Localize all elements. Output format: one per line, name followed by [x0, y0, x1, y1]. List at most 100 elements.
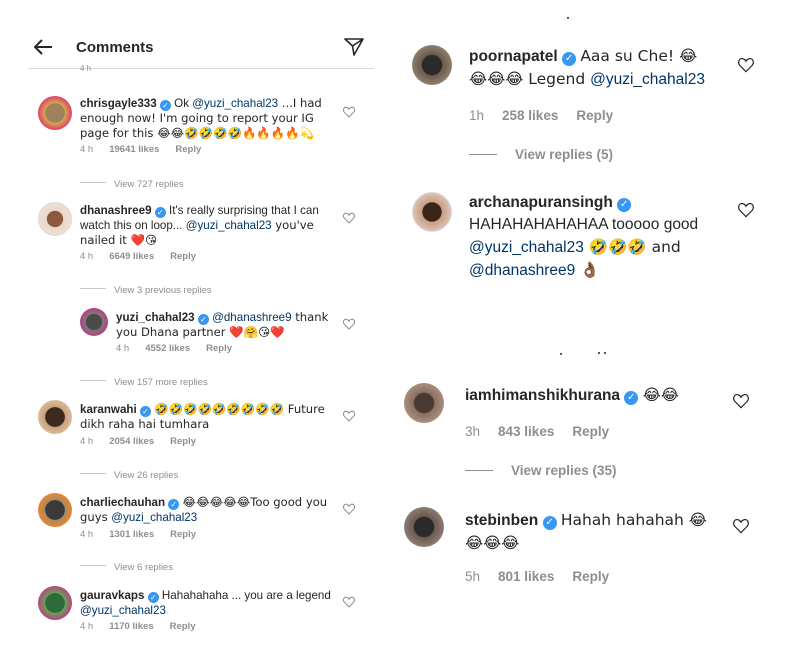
mention-link-2[interactable]: @dhanashree9: [469, 262, 575, 279]
avatar[interactable]: [38, 96, 72, 130]
comment-text: iamhimanshikhurana ✓ 😂😂: [465, 384, 735, 407]
avatar[interactable]: [404, 507, 444, 547]
view-replies[interactable]: View 157 more replies: [80, 372, 208, 390]
mention-link[interactable]: @yuzi_chahal23: [186, 219, 272, 232]
comment-username[interactable]: yuzi_chahal23: [116, 311, 195, 324]
view-replies-label[interactable]: View 26 replies: [114, 470, 178, 481]
reply-button[interactable]: Reply: [170, 251, 196, 262]
comment-time: 4 h: [80, 144, 94, 155]
like-heart-icon[interactable]: [343, 410, 355, 422]
mention-link[interactable]: @dhanashree9: [212, 311, 291, 324]
comment-username[interactable]: charliechauhan: [80, 496, 165, 509]
view-replies-label[interactable]: View replies (5): [515, 147, 613, 162]
comment-body: Aaa su Che! 😂: [580, 47, 698, 65]
comment-username[interactable]: iamhimanshikhurana: [465, 387, 620, 404]
like-count[interactable]: 1301 likes: [109, 529, 154, 540]
verified-badge-icon: ✓: [197, 314, 209, 325]
avatar[interactable]: [412, 192, 452, 232]
comment-body-2: 😂😂😂: [465, 534, 520, 552]
view-replies-label[interactable]: View replies (35): [511, 463, 617, 478]
reply-button[interactable]: Reply: [572, 424, 609, 439]
comment-meta: 4 h 1301 likes Reply: [80, 529, 212, 540]
like-count[interactable]: 258 likes: [502, 108, 558, 123]
comment-meta: 4 h 1170 likes Reply: [80, 621, 211, 632]
like-heart-icon[interactable]: [343, 212, 355, 224]
avatar[interactable]: [404, 383, 444, 423]
reply-button[interactable]: Reply: [572, 569, 609, 584]
reply-button[interactable]: Reply: [576, 108, 613, 123]
scroll-fragment: 4 h: [80, 64, 92, 73]
comment-time: 4 h: [116, 343, 130, 354]
verified-badge-icon: ✓: [617, 198, 632, 212]
view-replies-label[interactable]: View 727 replies: [114, 179, 184, 190]
send-paper-plane-icon[interactable]: [344, 37, 364, 57]
avatar[interactable]: [38, 400, 72, 434]
like-heart-icon[interactable]: [343, 106, 355, 118]
verified-badge-icon: ✓: [624, 391, 639, 405]
like-heart-icon[interactable]: [738, 202, 754, 218]
avatar[interactable]: [80, 308, 108, 336]
reply-button[interactable]: Reply: [175, 144, 201, 155]
verified-badge-icon: ✓: [542, 516, 557, 530]
divider-dot: [598, 352, 600, 354]
view-replies[interactable]: View 727 replies: [80, 174, 184, 192]
like-count[interactable]: 1170 likes: [109, 621, 153, 632]
verified-badge-icon: ✓: [159, 100, 171, 111]
like-heart-icon[interactable]: [343, 503, 355, 515]
comment-username[interactable]: stebinben: [465, 512, 538, 529]
view-replies-label[interactable]: View 6 replies: [114, 562, 173, 573]
comment-time: 4 h: [80, 621, 94, 632]
like-heart-icon[interactable]: [343, 596, 355, 608]
reply-button[interactable]: Reply: [170, 621, 196, 632]
like-count[interactable]: 843 likes: [498, 424, 554, 439]
comment-username[interactable]: gauravkaps: [80, 589, 144, 602]
comment-username[interactable]: chrisgayle333: [80, 97, 157, 110]
comment-text: dhanashree9 ✓ It's really surprising tha…: [80, 203, 342, 248]
mention-link[interactable]: @yuzi_chahal23: [192, 97, 278, 110]
reply-button[interactable]: Reply: [170, 529, 196, 540]
comment-text: archanapuransingh ✓ HAHAHAHAHAHAA tooooo…: [469, 192, 734, 282]
view-replies-label[interactable]: View 3 previous replies: [114, 285, 212, 296]
view-replies[interactable]: View replies (5): [469, 146, 613, 164]
like-count[interactable]: 2054 likes: [109, 436, 154, 447]
like-heart-icon[interactable]: [343, 318, 355, 330]
view-replies[interactable]: View 6 replies: [80, 557, 173, 575]
like-heart-icon[interactable]: [733, 518, 749, 534]
comment-body: Ok: [174, 97, 193, 110]
avatar[interactable]: [412, 45, 452, 85]
comment-body: Hahah hahahah 😂: [560, 511, 707, 529]
view-replies-label[interactable]: View 157 more replies: [114, 377, 208, 388]
verified-badge-icon: ✓: [147, 592, 159, 603]
mention-link[interactable]: @yuzi_chahal23: [469, 239, 584, 256]
comment-text: stebinben ✓ Hahah hahahah 😂 😂😂😂: [465, 509, 735, 555]
like-count[interactable]: 6649 likes: [109, 251, 154, 262]
divider-dot: [560, 353, 562, 355]
comment-username[interactable]: dhanashree9: [80, 204, 152, 217]
back-arrow-icon[interactable]: [32, 36, 54, 62]
like-heart-icon[interactable]: [738, 57, 754, 73]
like-count[interactable]: 19641 likes: [109, 144, 159, 155]
reply-button[interactable]: Reply: [170, 436, 196, 447]
avatar[interactable]: [38, 586, 72, 620]
comment-time: 4 h: [80, 251, 94, 262]
comment-text: gauravkaps ✓ Hahahahaha ... you are a le…: [80, 588, 342, 618]
mention-link[interactable]: @yuzi_chahal23: [590, 71, 705, 88]
mention-link[interactable]: @yuzi_chahal23: [80, 604, 166, 617]
comment-body: HAHAHAHAHAHAA tooooo good: [469, 216, 699, 233]
like-heart-icon[interactable]: [733, 393, 749, 409]
reply-button[interactable]: Reply: [206, 343, 232, 354]
like-count[interactable]: 801 likes: [498, 569, 554, 584]
avatar[interactable]: [38, 493, 72, 527]
view-replies[interactable]: View 3 previous replies: [80, 280, 212, 298]
comment-time: 5h: [465, 569, 481, 584]
view-replies[interactable]: View 26 replies: [80, 465, 178, 483]
mention-link[interactable]: @yuzi_chahal23: [111, 511, 197, 524]
view-replies[interactable]: View replies (35): [465, 462, 617, 480]
comment-username[interactable]: poornapatel: [469, 48, 558, 65]
comment-username[interactable]: karanwahi: [80, 403, 137, 416]
avatar[interactable]: [38, 202, 72, 236]
comment-text: poornapatel ✓ Aaa su Che! 😂 😂😂😂 Legend @…: [469, 45, 734, 91]
comment-username[interactable]: archanapuransingh: [469, 194, 613, 211]
comment-text: charliechauhan ✓ 😂😂😂😂😂Too good you guys …: [80, 495, 342, 525]
like-count[interactable]: 4552 likes: [145, 343, 190, 354]
